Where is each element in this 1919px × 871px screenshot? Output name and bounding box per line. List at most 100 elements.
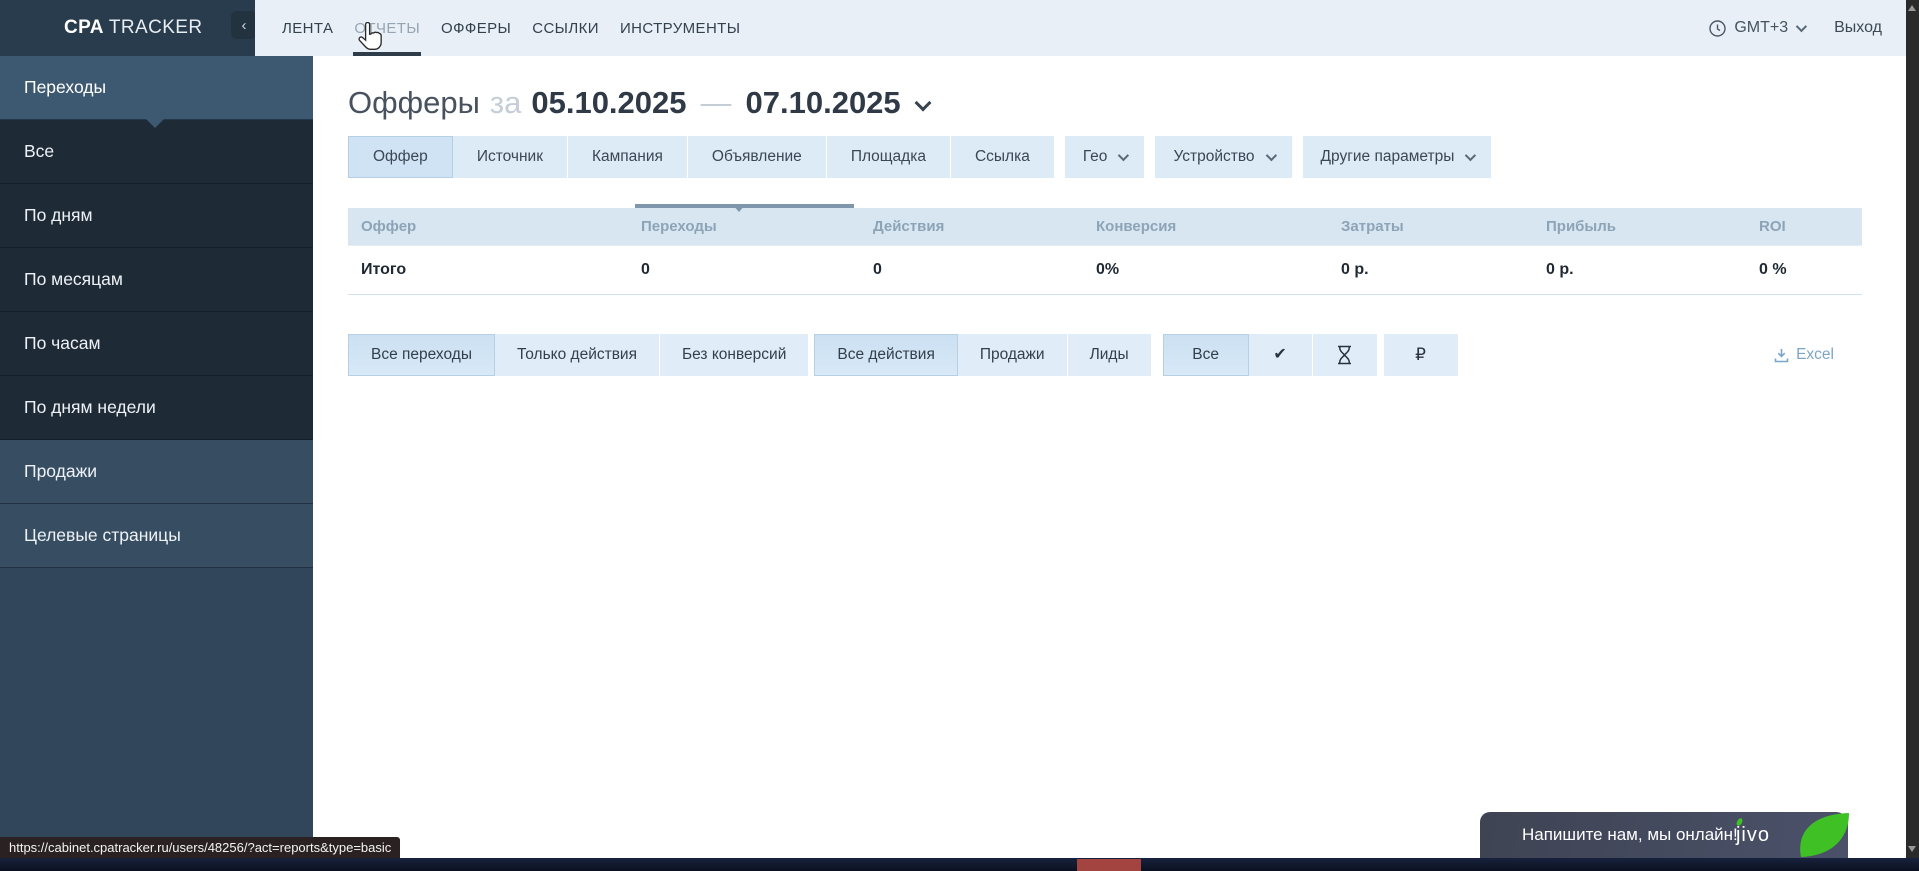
filter-vse-deystviya[interactable]: Все действия <box>814 334 957 376</box>
excel-label: Excel <box>1796 346 1834 364</box>
sidebar-item-po-dnyam-nedeli[interactable]: По дням недели <box>0 376 313 440</box>
col-header-deystviya[interactable]: Действия <box>860 218 1083 235</box>
geo-dropdown[interactable]: Гео <box>1065 136 1145 178</box>
date-range-chevron-icon[interactable] <box>914 95 931 112</box>
dim-tab-kampaniya[interactable]: Кампания <box>568 136 688 178</box>
filter-tolko-deystviya[interactable]: Только действия <box>495 334 660 376</box>
report-title-row: Офферы за 05.10.2025 — 07.10.2025 <box>348 85 1906 121</box>
nav-tab-otchety[interactable]: ОТЧЕТЫ <box>354 0 420 56</box>
sidebar-item-celevye-stranicy[interactable]: Целевые страницы <box>0 504 313 568</box>
hourglass-icon <box>1336 345 1353 365</box>
sidebar-item-label: Переходы <box>24 77 106 98</box>
status-filter-group: Все ✔ <box>1163 334 1377 376</box>
chat-widget[interactable]: Напишите нам, мы онлайн! jivo <box>1480 812 1848 858</box>
filter-prodazhi[interactable]: Продажи <box>958 334 1068 376</box>
col-header-zatraty[interactable]: Затраты <box>1328 218 1533 235</box>
total-roi: 0 % <box>1746 261 1862 279</box>
chat-message: Напишите нам, мы онлайн! <box>1522 825 1738 845</box>
device-dropdown-label: Устройство <box>1173 148 1254 166</box>
chevron-down-icon <box>1465 150 1476 161</box>
jivo-logo: jivo <box>1736 824 1770 847</box>
sidebar-item-label: По дням недели <box>24 397 156 418</box>
nav-tab-label: ОТЧЕТЫ <box>354 20 420 37</box>
link-status-bar: https://cabinet.cpatracker.ru/users/4825… <box>0 837 400 858</box>
date-from[interactable]: 05.10.2025 <box>531 85 686 121</box>
col-header-offer[interactable]: Оффер <box>348 218 628 235</box>
dimension-tabs-row: Оффер Источник Кампания Объявление Площа… <box>348 136 1906 178</box>
geo-dropdown-label: Гео <box>1083 148 1108 166</box>
page-title: Офферы <box>348 85 480 121</box>
sidebar-collapse-button[interactable]: ‹ <box>231 11 257 39</box>
jivo-brand-text: jivo <box>1736 824 1770 846</box>
col-header-konversiya[interactable]: Конверсия <box>1083 218 1328 235</box>
date-dash: — <box>701 85 732 121</box>
total-conversion: 0% <box>1083 261 1328 279</box>
filter-bez-konversiy[interactable]: Без конверсий <box>660 334 808 376</box>
sidebar-item-label: Целевые страницы <box>24 525 181 546</box>
logo-bold: CPA <box>64 17 104 38</box>
col-header-perehody[interactable]: Переходы <box>628 218 860 235</box>
sidebar-item-po-mesyacam[interactable]: По месяцам <box>0 248 313 312</box>
app-logo: CPATRACKER <box>64 17 203 39</box>
dim-tab-ploschadka[interactable]: Площадка <box>827 136 951 178</box>
total-label: Итого <box>348 261 628 279</box>
report-table: Оффер Переходы Действия Конверсия Затрат… <box>348 208 1862 295</box>
dimension-tabs: Оффер Источник Кампания Объявление Площа… <box>348 136 1054 178</box>
sidebar-item-label: Все <box>24 141 54 162</box>
total-transitions: 0 <box>628 261 860 279</box>
device-dropdown[interactable]: Устройство <box>1155 136 1291 178</box>
sidebar-item-label: По месяцам <box>24 269 123 290</box>
sidebar: Переходы Все По дням По месяцам По часам… <box>0 0 313 858</box>
timezone-selector[interactable]: GMT+3 <box>1709 19 1804 37</box>
scroll-down-arrow-icon[interactable] <box>1908 846 1916 852</box>
sidebar-item-po-chasam[interactable]: По часам <box>0 312 313 376</box>
nav-tab-lenta[interactable]: ЛЕНТА <box>282 0 333 56</box>
sidebar-item-po-dnyam[interactable]: По дням <box>0 184 313 248</box>
chevron-down-icon <box>1265 150 1276 161</box>
filter-status-vse[interactable]: Все <box>1163 334 1249 376</box>
sort-indicator <box>635 204 854 208</box>
chevron-down-icon <box>1796 21 1807 32</box>
filter-buttons-row: Все переходы Только действия Без конверс… <box>348 334 1862 376</box>
chevron-down-icon <box>1118 150 1129 161</box>
download-icon <box>1774 348 1789 363</box>
vertical-scrollbar[interactable] <box>1906 0 1919 858</box>
filter-pending-button[interactable] <box>1313 334 1377 376</box>
dim-tab-obyavlenie[interactable]: Объявление <box>688 136 827 178</box>
nav-tab-label: ОФФЕРЫ <box>441 20 511 37</box>
traffic-filter-group: Все переходы Только действия Без конверс… <box>348 334 808 376</box>
actions-filter-group: Все действия Продажи Лиды <box>814 334 1150 376</box>
other-params-dropdown-label: Другие параметры <box>1321 148 1455 166</box>
excel-export-link[interactable]: Excel <box>1774 346 1834 364</box>
other-params-dropdown[interactable]: Другие параметры <box>1303 136 1492 178</box>
nav-tab-offery[interactable]: ОФФЕРЫ <box>441 0 511 56</box>
top-navigation: ЛЕНТА ОТЧЕТЫ ОФФЕРЫ ССЫЛКИ ИНСТРУМЕНТЫ G… <box>255 0 1906 56</box>
sidebar-item-prodazhi[interactable]: Продажи <box>0 440 313 504</box>
filter-vse-perehody[interactable]: Все переходы <box>348 334 495 376</box>
dim-tab-ssylka[interactable]: Ссылка <box>951 136 1054 178</box>
nav-tab-instrumenty[interactable]: ИНСТРУМЕНТЫ <box>620 0 741 56</box>
date-to[interactable]: 07.10.2025 <box>746 85 901 121</box>
sidebar-menu: Переходы Все По дням По месяцам По часам… <box>0 56 313 568</box>
scroll-up-arrow-icon[interactable] <box>1908 5 1916 11</box>
main-content: Офферы за 05.10.2025 — 07.10.2025 Оффер … <box>313 56 1906 858</box>
chevron-left-icon: ‹ <box>242 17 247 34</box>
total-actions: 0 <box>860 261 1083 279</box>
dim-tab-istochnik[interactable]: Источник <box>453 136 568 178</box>
sidebar-item-perehody[interactable]: Переходы <box>0 56 313 120</box>
nav-tab-label: ИНСТРУМЕНТЫ <box>620 20 741 37</box>
timezone-label: GMT+3 <box>1734 19 1788 37</box>
logout-link[interactable]: Выход <box>1834 19 1882 37</box>
col-header-roi[interactable]: ROI <box>1746 218 1862 235</box>
title-preposition: за <box>490 85 521 121</box>
nav-items: ЛЕНТА ОТЧЕТЫ ОФФЕРЫ ССЫЛКИ ИНСТРУМЕНТЫ <box>282 0 740 56</box>
sidebar-item-label: По дням <box>24 205 93 226</box>
filter-approved-button[interactable]: ✔ <box>1249 334 1313 376</box>
nav-tab-ssylki[interactable]: ССЫЛКИ <box>532 0 599 56</box>
dim-tab-offer[interactable]: Оффер <box>348 136 453 178</box>
currency-ruble-button[interactable]: ₽ <box>1384 334 1459 376</box>
sort-arrow-icon <box>732 204 746 219</box>
filter-lidy[interactable]: Лиды <box>1068 334 1151 376</box>
col-header-pribyl[interactable]: Прибыль <box>1533 218 1746 235</box>
sidebar-item-vse[interactable]: Все <box>0 120 313 184</box>
